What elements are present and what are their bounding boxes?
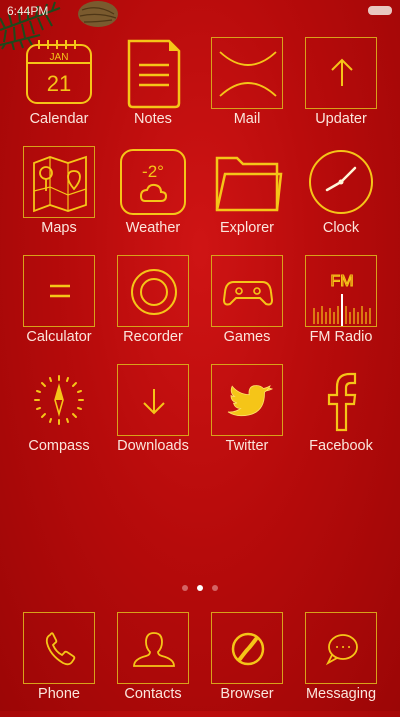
- mail-icon: [211, 37, 283, 109]
- compass-icon: [23, 364, 95, 436]
- app-downloads[interactable]: Downloads: [106, 364, 200, 469]
- dock-label-phone: Phone: [38, 686, 80, 702]
- app-weather[interactable]: -2° Weather: [106, 146, 200, 251]
- app-label-twitter: Twitter: [225, 438, 269, 454]
- contacts-person-icon: [117, 612, 189, 684]
- maps-icon: [23, 146, 95, 218]
- calendar-month: JAN: [50, 52, 69, 63]
- dock-contacts[interactable]: Contacts: [106, 612, 200, 717]
- app-twitter[interactable]: Twitter: [200, 364, 294, 469]
- app-compass[interactable]: Compass: [12, 364, 106, 469]
- app-label-notes: Notes: [134, 111, 172, 127]
- phone-icon: [23, 612, 95, 684]
- chat-bubble-icon: [305, 612, 377, 684]
- updater-arrow-icon: [305, 37, 377, 109]
- dock-phone[interactable]: Phone: [12, 612, 106, 717]
- calendar-day: 21: [47, 71, 71, 96]
- page-dot[interactable]: [182, 585, 188, 591]
- page-dot-active[interactable]: [197, 585, 203, 591]
- app-label-updater: Updater: [315, 111, 367, 127]
- twitter-bird-icon: [211, 364, 283, 436]
- dock-messaging[interactable]: Messaging: [294, 612, 388, 717]
- app-calendar[interactable]: JAN 21 Calendar: [12, 37, 106, 142]
- download-arrow-icon: [117, 364, 189, 436]
- dock-label-messaging: Messaging: [305, 686, 377, 702]
- page-indicator: [0, 585, 400, 591]
- app-label-mail: Mail: [233, 111, 261, 127]
- folder-icon: [211, 146, 283, 218]
- app-mail[interactable]: Mail: [200, 37, 294, 142]
- app-label-clock: Clock: [322, 220, 360, 236]
- app-games[interactable]: Games: [200, 255, 294, 360]
- app-calculator[interactable]: Calculator: [12, 255, 106, 360]
- app-maps[interactable]: Maps: [12, 146, 106, 251]
- battery-icon: [368, 6, 392, 15]
- app-label-calculator: Calculator: [26, 329, 92, 345]
- clock-icon: [305, 146, 377, 218]
- status-time: 6:44PM: [7, 4, 49, 18]
- app-label-calendar: Calendar: [29, 111, 89, 127]
- app-explorer[interactable]: Explorer: [200, 146, 294, 251]
- app-label-fm-radio: FM Radio: [309, 329, 373, 345]
- fm-badge: FM: [330, 273, 353, 290]
- calculator-icon: [23, 255, 95, 327]
- dock-label-browser: Browser: [220, 686, 274, 702]
- browser-icon: [211, 612, 283, 684]
- app-clock[interactable]: Clock: [294, 146, 388, 251]
- app-recorder[interactable]: Recorder: [106, 255, 200, 360]
- app-label-recorder: Recorder: [123, 329, 183, 345]
- gamepad-icon: [211, 255, 283, 327]
- app-label-maps: Maps: [41, 220, 77, 236]
- recorder-icon: [117, 255, 189, 327]
- radio-icon: FM: [305, 255, 377, 327]
- facebook-icon: [305, 364, 377, 436]
- app-fm-radio[interactable]: FM FM Radio: [294, 255, 388, 360]
- app-label-downloads: Downloads: [117, 438, 189, 454]
- weather-temperature: -2°: [142, 162, 164, 181]
- calendar-icon: JAN 21: [23, 37, 95, 109]
- app-label-games: Games: [223, 329, 271, 345]
- page-dot[interactable]: [212, 585, 218, 591]
- app-notes[interactable]: Notes: [106, 37, 200, 142]
- app-facebook[interactable]: Facebook: [294, 364, 388, 469]
- notes-icon: [117, 37, 189, 109]
- app-label-facebook: Facebook: [309, 438, 373, 454]
- app-label-weather: Weather: [125, 220, 181, 236]
- weather-icon: -2°: [117, 146, 189, 218]
- dock-browser[interactable]: Browser: [200, 612, 294, 717]
- app-label-compass: Compass: [28, 438, 90, 454]
- app-label-explorer: Explorer: [220, 220, 274, 236]
- app-updater[interactable]: Updater: [294, 37, 388, 142]
- dock-label-contacts: Contacts: [124, 686, 182, 702]
